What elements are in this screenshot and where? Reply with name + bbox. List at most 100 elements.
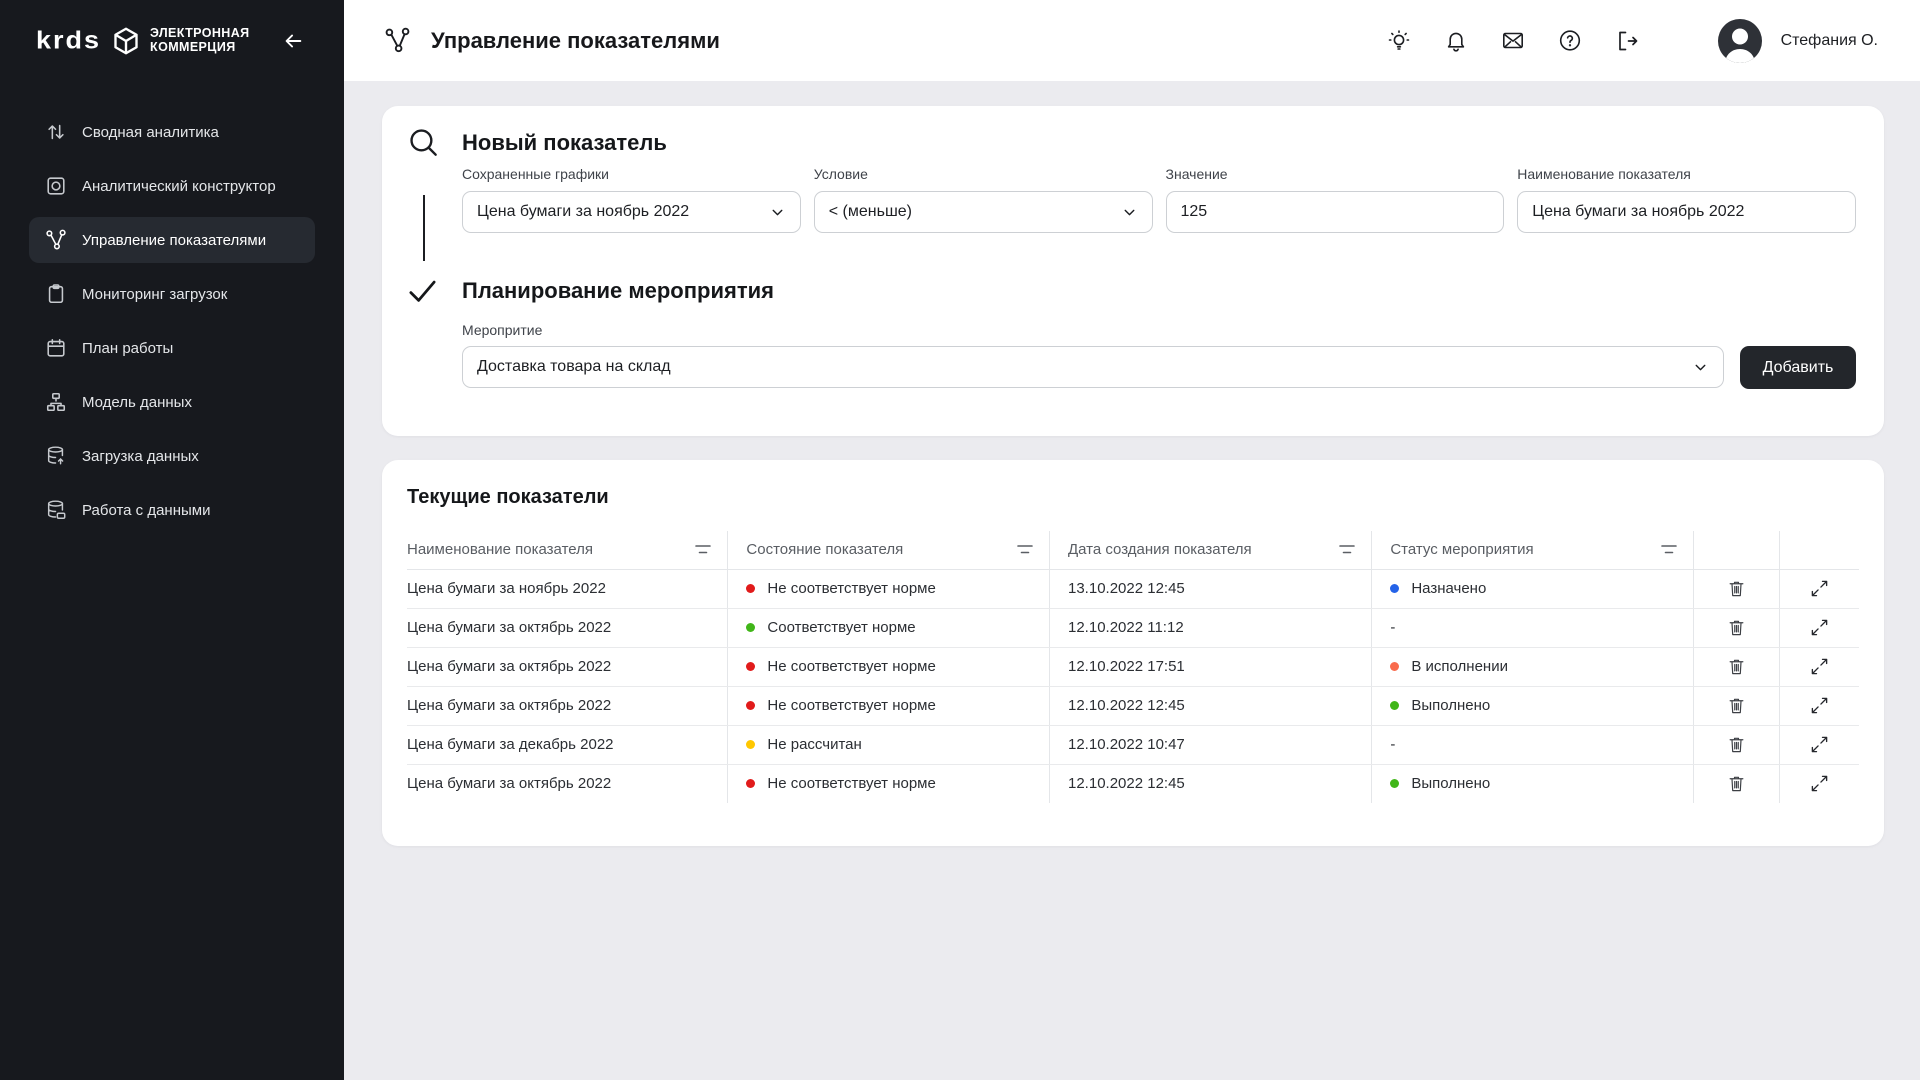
user-menu[interactable]: Стефания О. — [1717, 18, 1878, 64]
logo: krds ЭЛЕКТРОННАЯ КОММЕРЦИЯ — [0, 0, 344, 81]
column-header-name: Наименование показателя — [407, 541, 593, 558]
arrows-up-down-icon — [44, 120, 68, 144]
indicator-name-cell: Цена бумаги за октябрь 2022 — [407, 647, 728, 686]
delete-button[interactable] — [1722, 692, 1750, 720]
mail-icon[interactable] — [1501, 29, 1525, 53]
table-row: Цена бумаги за октябрь 2022 Не соответст… — [407, 686, 1859, 725]
trash-icon — [1727, 735, 1746, 754]
clipboard-icon — [44, 282, 68, 306]
indicator-state-cell: Не соответствует норме — [728, 764, 1050, 803]
expand-icon — [1810, 579, 1829, 598]
chevron-down-icon — [1121, 204, 1138, 221]
indicator-date-cell: 12.10.2022 10:47 — [1050, 725, 1372, 764]
condition-value: < (меньше) — [829, 203, 912, 221]
share-nodes-icon — [44, 228, 68, 252]
brand-name: krds — [36, 26, 101, 55]
column-header-state: Состояние показателя — [746, 541, 903, 558]
expand-button[interactable] — [1805, 575, 1833, 603]
indicator-date-cell: 12.10.2022 12:45 — [1050, 764, 1372, 803]
state-dot — [746, 779, 755, 788]
sidebar-item-data-model[interactable]: Модель данных — [29, 379, 315, 425]
indicator-date-cell: 12.10.2022 17:51 — [1050, 647, 1372, 686]
table-row: Цена бумаги за октябрь 2022 Не соответст… — [407, 764, 1859, 803]
brand-text: ЭЛЕКТРОННАЯ КОММЕРЦИЯ — [150, 27, 249, 55]
database-upload-icon — [44, 444, 68, 468]
app-root: krds ЭЛЕКТРОННАЯ КОММЕРЦИЯ Сводная анали… — [0, 0, 1920, 1080]
sidebar-item-label: Мониторинг загрузок — [82, 286, 227, 303]
indicator-name-cell: Цена бумаги за октябрь 2022 — [407, 764, 728, 803]
filter-icon[interactable] — [695, 544, 711, 555]
table-row: Цена бумаги за ноябрь 2022 Не соответств… — [407, 569, 1859, 608]
expand-button[interactable] — [1805, 653, 1833, 681]
delete-button[interactable] — [1722, 731, 1750, 759]
saved-charts-label: Сохраненные графики — [462, 166, 801, 182]
sidebar-collapse-button[interactable] — [282, 30, 304, 52]
delete-button[interactable] — [1722, 770, 1750, 798]
section-title-new-indicator: Новый показатель — [462, 130, 667, 156]
indicator-name-input[interactable] — [1517, 191, 1856, 233]
saved-charts-select[interactable]: Цена бумаги за ноябрь 2022 — [462, 191, 801, 233]
top-header: Управление показателями — [344, 0, 1920, 81]
delete-button[interactable] — [1722, 575, 1750, 603]
state-dot — [746, 701, 755, 710]
event-status-cell: В исполнении — [1372, 647, 1694, 686]
value-input[interactable] — [1166, 191, 1505, 233]
state-dot — [746, 584, 755, 593]
indicators-table: Наименование показателя Состояние показа… — [407, 531, 1859, 803]
sidebar: krds ЭЛЕКТРОННАЯ КОММЕРЦИЯ Сводная анали… — [0, 0, 344, 1080]
trash-icon — [1727, 618, 1746, 637]
delete-button[interactable] — [1722, 653, 1750, 681]
expand-button[interactable] — [1805, 692, 1833, 720]
indicator-date-cell: 12.10.2022 11:12 — [1050, 608, 1372, 647]
logout-icon[interactable] — [1615, 29, 1639, 53]
sidebar-item-label: Аналитический конструктор — [82, 178, 276, 195]
sidebar-item-work-plan[interactable]: План работы — [29, 325, 315, 371]
trash-icon — [1727, 579, 1746, 598]
event-status-cell: Выполнено — [1372, 764, 1694, 803]
indicator-name-cell: Цена бумаги за октябрь 2022 — [407, 608, 728, 647]
page-title: Управление показателями — [431, 28, 720, 54]
condition-select[interactable]: < (меньше) — [814, 191, 1153, 233]
column-header-expand — [1779, 531, 1859, 569]
status-dot — [1390, 662, 1399, 671]
table-row: Цена бумаги за декабрь 2022 Не рассчитан… — [407, 725, 1859, 764]
arrow-left-icon — [282, 30, 304, 52]
event-status-cell: - — [1372, 725, 1694, 764]
event-status-cell: Выполнено — [1372, 686, 1694, 725]
column-header-status: Статус мероприятия — [1390, 541, 1533, 558]
expand-button[interactable] — [1805, 731, 1833, 759]
expand-button[interactable] — [1805, 770, 1833, 798]
state-dot — [746, 662, 755, 671]
event-status-cell: Назначено — [1372, 569, 1694, 608]
sidebar-item-download-monitoring[interactable]: Мониторинг загрузок — [29, 271, 315, 317]
sidebar-item-summary-analytics[interactable]: Сводная аналитика — [29, 109, 315, 155]
sidebar-item-indicator-management[interactable]: Управление показателями — [29, 217, 315, 263]
database-sql-icon — [44, 498, 68, 522]
sidebar-nav: Сводная аналитика Аналитический конструк… — [0, 81, 344, 541]
chevron-down-icon — [769, 204, 786, 221]
filter-icon[interactable] — [1017, 544, 1033, 555]
add-button[interactable]: Добавить — [1740, 346, 1856, 389]
share-nodes-title-icon — [384, 27, 411, 54]
delete-button[interactable] — [1722, 614, 1750, 642]
content: Новый показатель Сохраненные графики Цен… — [344, 81, 1920, 1080]
trash-icon — [1727, 696, 1746, 715]
help-icon[interactable] — [1558, 29, 1582, 53]
state-dot — [746, 623, 755, 632]
bell-icon[interactable] — [1444, 29, 1468, 53]
expand-icon — [1810, 618, 1829, 637]
sidebar-item-data-upload[interactable]: Загрузка данных — [29, 433, 315, 479]
hierarchy-icon — [44, 390, 68, 414]
sidebar-item-label: Работа с данными — [82, 502, 210, 519]
sidebar-item-data-work[interactable]: Работа с данными — [29, 487, 315, 533]
filter-icon[interactable] — [1339, 544, 1355, 555]
expand-icon — [1810, 774, 1829, 793]
filter-icon[interactable] — [1661, 544, 1677, 555]
new-indicator-card: Новый показатель Сохраненные графики Цен… — [382, 106, 1884, 436]
sidebar-item-analytic-constructor[interactable]: Аналитический конструктор — [29, 163, 315, 209]
expand-button[interactable] — [1805, 614, 1833, 642]
sidebar-item-label: Модель данных — [82, 394, 192, 411]
status-dot — [1390, 701, 1399, 710]
event-select[interactable]: Доставка товара на склад — [462, 346, 1724, 388]
idea-icon[interactable] — [1387, 29, 1411, 53]
